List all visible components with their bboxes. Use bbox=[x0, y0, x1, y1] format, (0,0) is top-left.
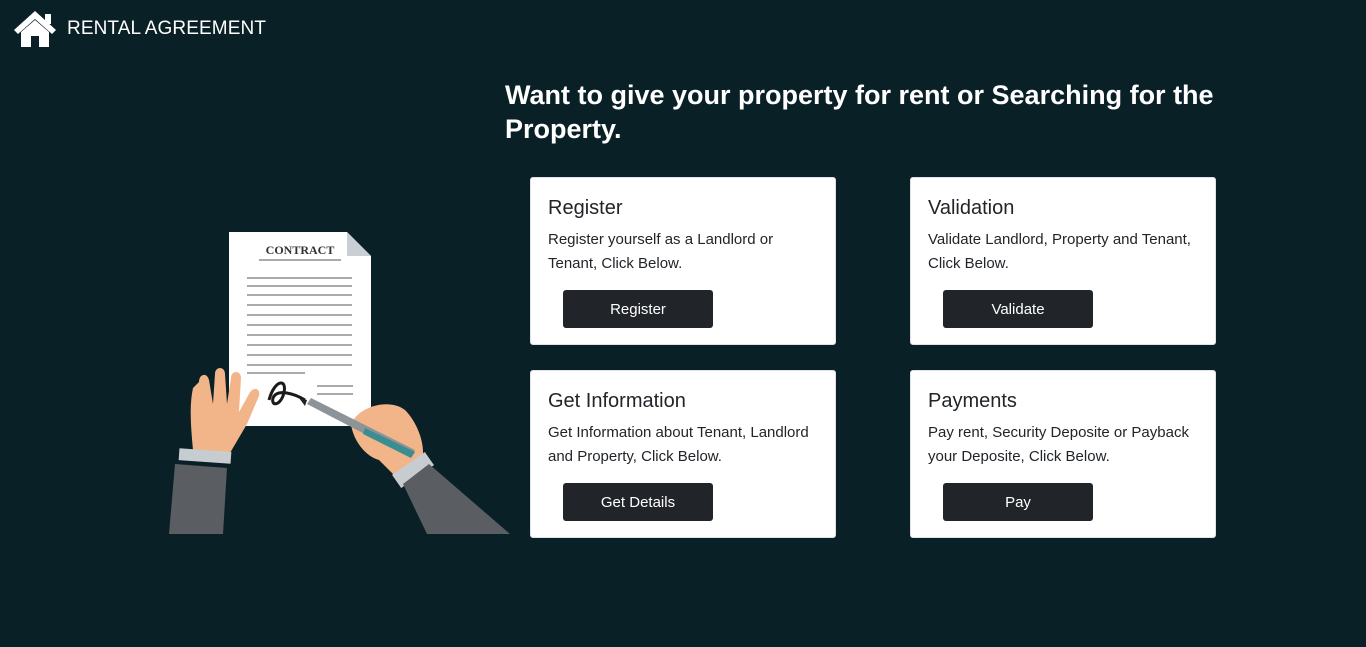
card-text: Register yourself as a Landlord or Tenan… bbox=[548, 231, 774, 272]
get-details-button[interactable]: Get Details bbox=[563, 483, 713, 521]
contract-label: CONTRACT bbox=[266, 243, 335, 257]
card-text: Validate Landlord, Property and Tenant, … bbox=[928, 231, 1191, 272]
card-text: Pay rent, Security Deposite or Payback y… bbox=[928, 424, 1189, 465]
get-information-card: Get Information Get Information about Te… bbox=[530, 370, 836, 538]
validate-button[interactable]: Validate bbox=[943, 290, 1093, 328]
page-headline: Want to give your property for rent or S… bbox=[505, 80, 1214, 144]
validation-card: Validation Validate Landlord, Property a… bbox=[910, 177, 1216, 345]
register-button[interactable]: Register bbox=[563, 290, 713, 328]
card-title: Validation bbox=[928, 197, 1015, 219]
brand-title[interactable]: RENTAL AGREEMENT bbox=[67, 18, 266, 40]
pay-button[interactable]: Pay bbox=[943, 483, 1093, 521]
register-card: Register Register yourself as a Landlord… bbox=[530, 177, 836, 345]
card-title: Payments bbox=[928, 390, 1017, 412]
payments-card: Payments Pay rent, Security Deposite or … bbox=[910, 370, 1216, 538]
contract-illustration: CONTRACT bbox=[169, 232, 510, 534]
card-title: Register bbox=[548, 197, 623, 219]
card-text: Get Information about Tenant, Landlord a… bbox=[548, 424, 809, 465]
navbar: RENTAL AGREEMENT bbox=[12, 9, 266, 49]
house-icon[interactable] bbox=[12, 9, 58, 49]
card-title: Get Information bbox=[548, 390, 686, 412]
